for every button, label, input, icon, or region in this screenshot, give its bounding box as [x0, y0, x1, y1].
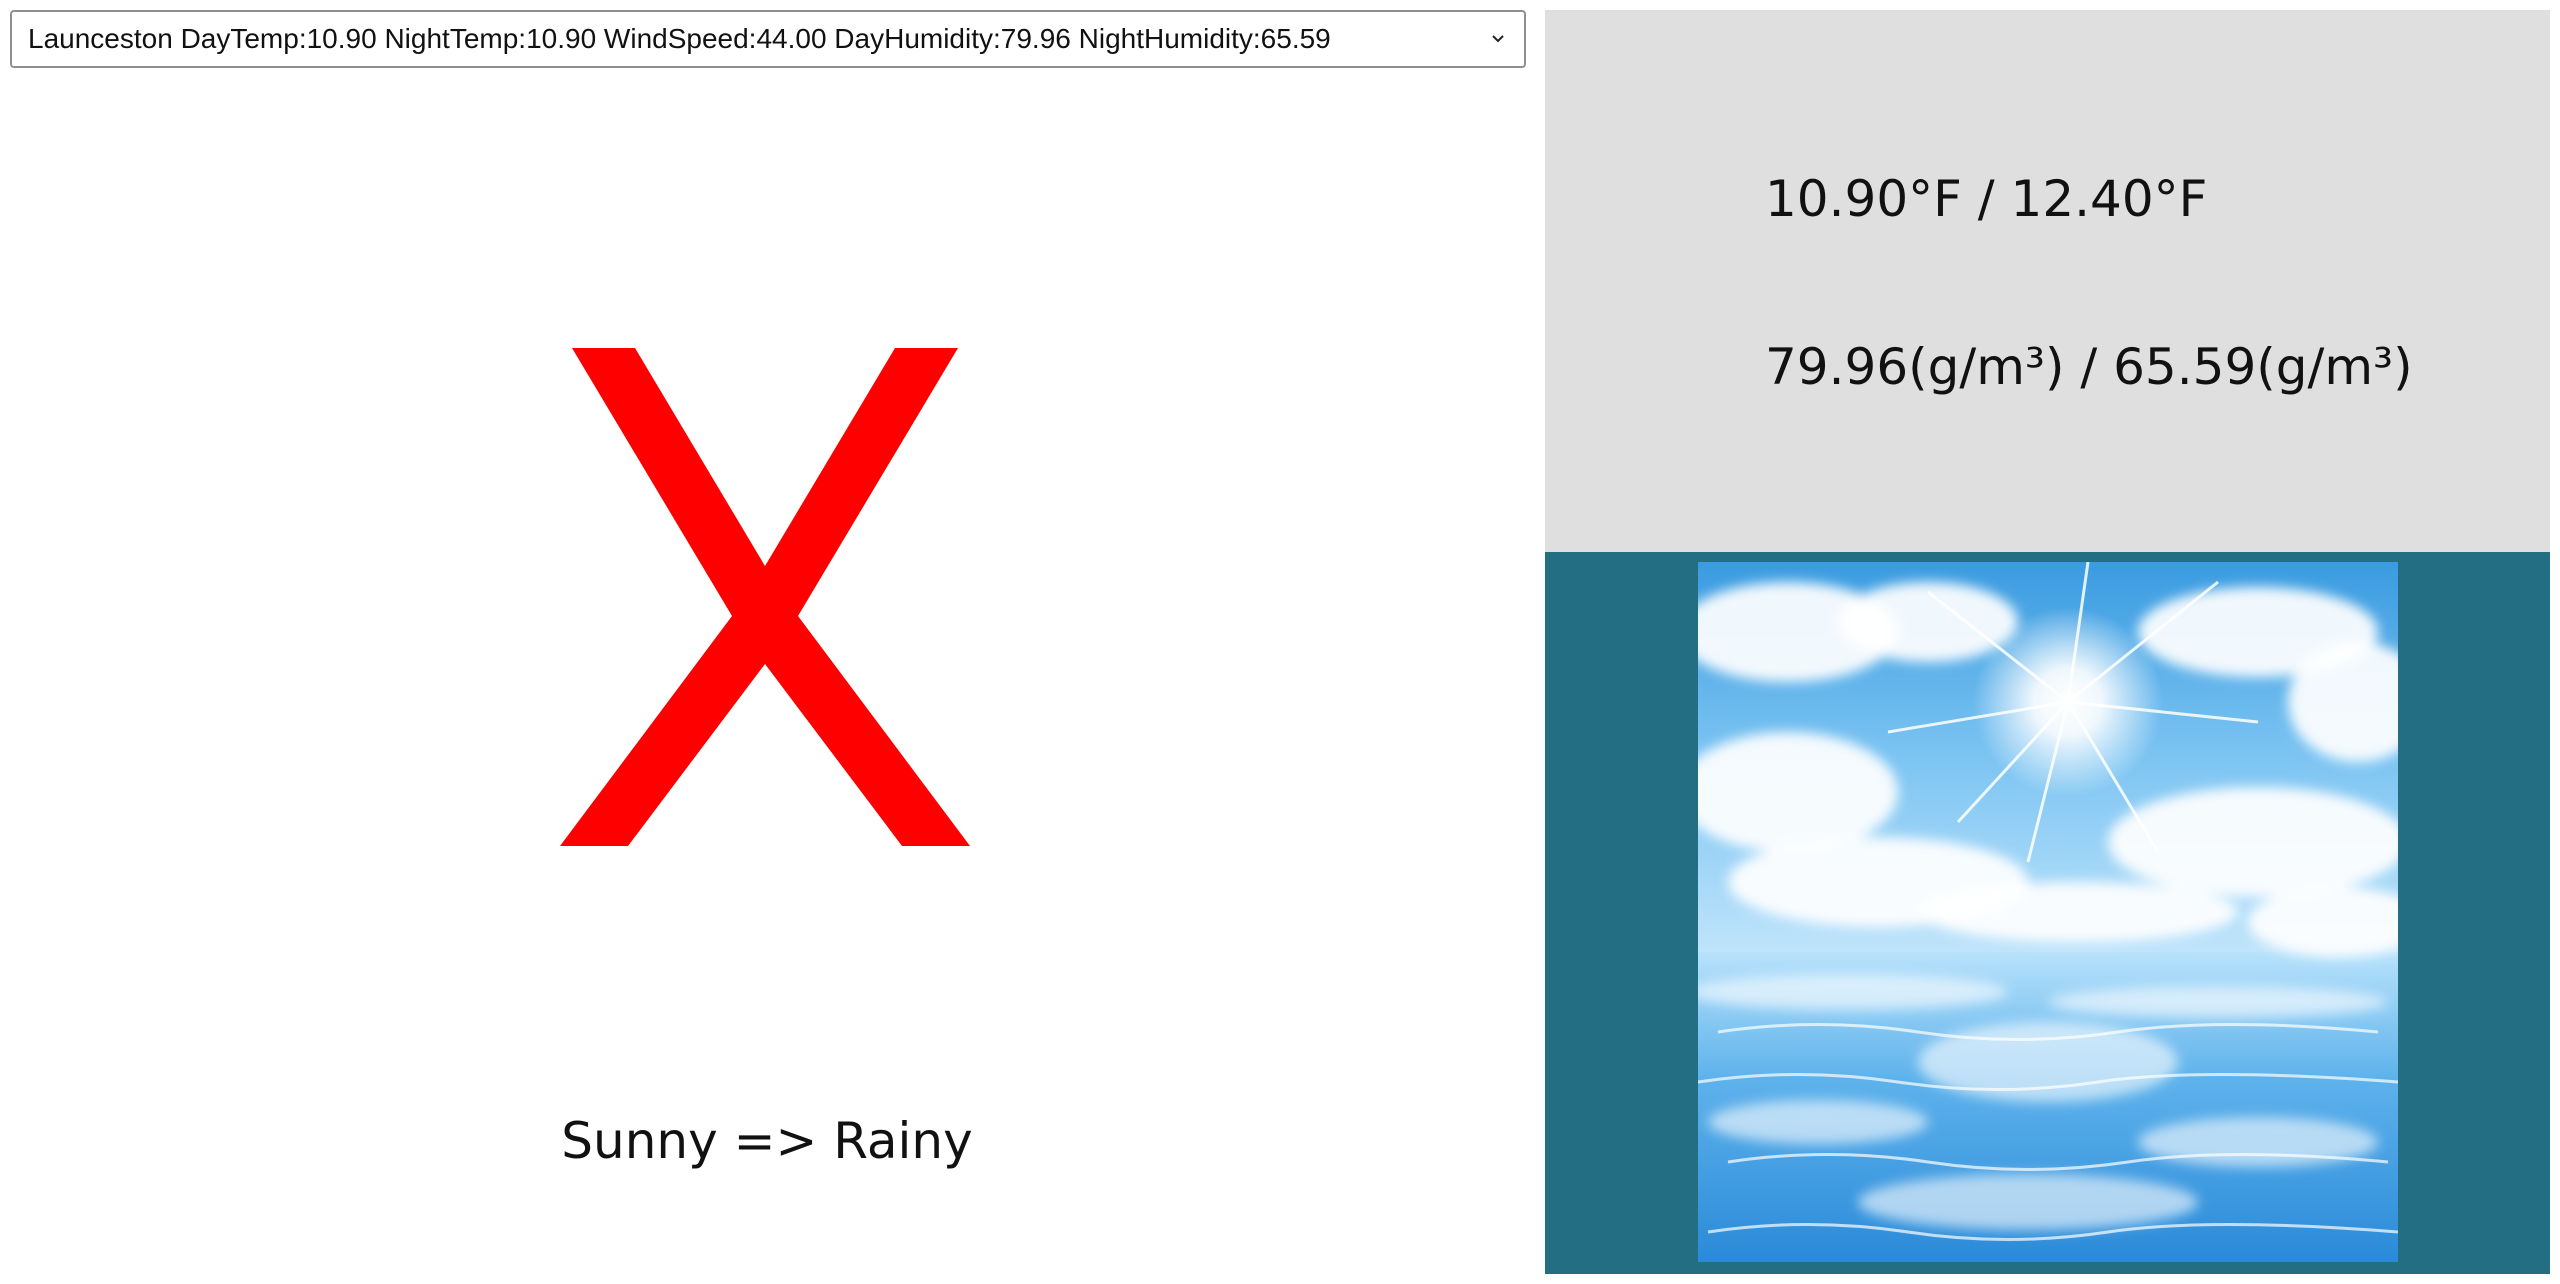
- prediction-column: Launceston DayTemp:10.90 NightTemp:10.90…: [0, 0, 1545, 1284]
- weather-transition-label: Sunny => Rainy: [561, 1112, 973, 1170]
- weather-image-panel: [1545, 552, 2550, 1274]
- weather-info-panel: 10.90°F / 12.40°F 79.96(g/m³) / 65.59(g/…: [1545, 10, 2550, 552]
- chevron-down-icon: [1488, 29, 1508, 49]
- details-column: 10.90°F / 12.40°F 79.96(g/m³) / 65.59(g/…: [1545, 10, 2550, 1274]
- sunny-sky-over-water-image: [1698, 562, 2398, 1262]
- temperature-readout: 10.90°F / 12.40°F: [1765, 170, 2208, 228]
- city-select-value: Launceston DayTemp:10.90 NightTemp:10.90…: [28, 23, 1331, 54]
- weather-prediction-page: Launceston DayTemp:10.90 NightTemp:10.90…: [0, 0, 2560, 1284]
- city-select-dropdown[interactable]: Launceston DayTemp:10.90 NightTemp:10.90…: [10, 10, 1526, 68]
- humidity-readout: 79.96(g/m³) / 65.59(g/m³): [1765, 338, 2413, 396]
- red-x-icon: [560, 348, 970, 846]
